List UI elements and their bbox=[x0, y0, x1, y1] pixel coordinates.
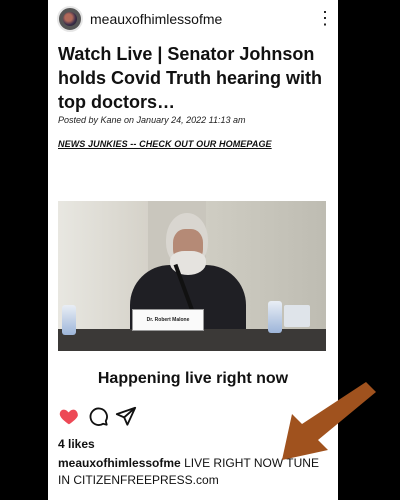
username-link[interactable]: meauxofhimlessofme bbox=[90, 11, 222, 27]
post-meta: Posted by Kane on January 24, 2022 11:13… bbox=[58, 115, 246, 125]
like-count[interactable]: 4 likes bbox=[58, 437, 95, 451]
water-bottle bbox=[268, 301, 282, 333]
more-options-icon[interactable]: ⋮ bbox=[316, 6, 334, 30]
water-cup bbox=[284, 305, 310, 327]
video-thumbnail[interactable]: Dr. Robert Malone bbox=[58, 201, 326, 351]
avatar-image bbox=[63, 12, 77, 26]
avatar[interactable] bbox=[57, 6, 83, 32]
hearing-table bbox=[58, 329, 326, 351]
comment-icon[interactable] bbox=[87, 405, 109, 427]
caption-username[interactable]: meauxofhimlessofme bbox=[58, 456, 181, 470]
annotation-arrow bbox=[282, 382, 376, 460]
nameplate: Dr. Robert Malone bbox=[132, 309, 204, 331]
post-header: meauxofhimlessofme ⋮ bbox=[48, 0, 338, 38]
send-icon[interactable] bbox=[115, 405, 137, 427]
heart-icon[interactable] bbox=[58, 405, 80, 427]
water-bottle bbox=[62, 305, 76, 335]
post-title: Watch Live | Senator Johnson holds Covid… bbox=[58, 44, 322, 112]
homepage-link[interactable]: NEWS JUNKIES -- CHECK OUT OUR HOMEPAGE bbox=[58, 139, 272, 149]
